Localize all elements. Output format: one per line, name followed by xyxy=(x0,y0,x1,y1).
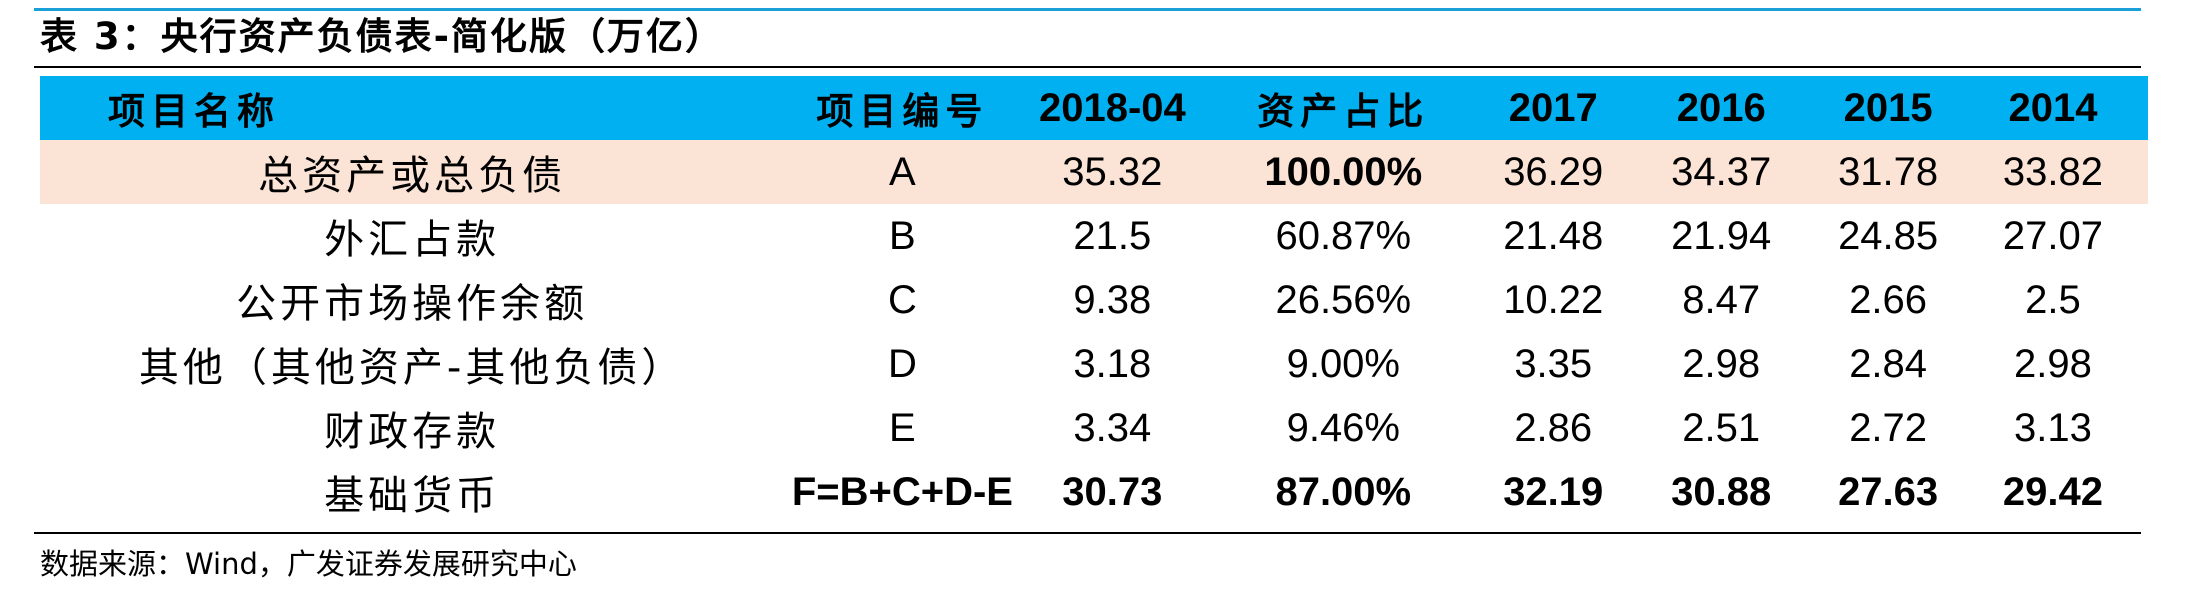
source-note: 数据来源：Wind，广发证券发展研究中心 xyxy=(40,547,577,581)
row-share: 87.00% xyxy=(1275,469,1412,514)
header-asset-share: 资产占比 xyxy=(1204,76,1483,140)
table-row: 其他（其他资产-其他负债） D 3.18 9.00% 3.35 2.98 2.8… xyxy=(40,332,2148,396)
row-value-2017: 32.19 xyxy=(1503,469,1604,514)
row-value-2014: 27.07 xyxy=(2002,213,2104,258)
row-value-2015: 2.84 xyxy=(1849,341,1928,386)
row-name: 外汇占款 xyxy=(324,217,501,263)
row-value-2015: 24.85 xyxy=(1838,213,1939,258)
row-value-2014: 2.98 xyxy=(2014,341,2092,386)
row-name: 其他（其他资产-其他负债） xyxy=(138,345,686,391)
table-row: 外汇占款 B 21.5 60.87% 21.48 21.94 24.85 27.… xyxy=(40,204,2148,268)
row-value-2018-04: 3.34 xyxy=(1073,405,1152,450)
header-2017: 2017 xyxy=(1482,76,1625,140)
row-value-2017: 2.86 xyxy=(1514,405,1593,450)
header-row: 项目名称 项目编号 2018-04 资产占比 2017 2016 2015 20… xyxy=(40,76,2148,140)
header-2014: 2014 xyxy=(1957,76,2148,140)
row-name: 公开市场操作余额 xyxy=(236,281,589,327)
table-row: 财政存款 E 3.34 9.46% 2.86 2.51 2.72 3.13 xyxy=(40,396,2148,460)
row-name: 财政存款 xyxy=(324,409,501,455)
row-value-2015: 31.78 xyxy=(1818,140,1958,204)
row-value-2016: 34.37 xyxy=(1624,140,1819,204)
row-name: 基础货币 xyxy=(324,473,501,519)
row-code: A xyxy=(784,140,1021,204)
row-share: 100.00% xyxy=(1204,140,1483,204)
header-2015: 2015 xyxy=(1818,76,1958,140)
caption-rule xyxy=(34,66,2141,68)
row-share: 9.46% xyxy=(1286,405,1400,450)
row-value-2016: 2.51 xyxy=(1682,405,1761,450)
row-code: C xyxy=(887,277,917,322)
table-caption: 表 3：央行资产负债表-简化版（万亿） xyxy=(40,15,724,58)
row-share: 9.00% xyxy=(1286,341,1400,386)
row-value-2017: 21.48 xyxy=(1503,213,1604,258)
header-2018-04: 2018-04 xyxy=(1020,76,1205,140)
row-value-2018-04: 3.18 xyxy=(1073,341,1152,386)
row-value-2014: 3.13 xyxy=(2014,405,2092,450)
header-item-name: 项目名称 xyxy=(40,76,785,140)
row-value-2018-04: 21.5 xyxy=(1073,213,1152,258)
row-value-2016: 21.94 xyxy=(1671,213,1772,258)
row-value-2017: 3.35 xyxy=(1514,341,1593,386)
row-share: 60.87% xyxy=(1275,213,1412,258)
row-share: 26.56% xyxy=(1275,277,1412,322)
balance-sheet-table: 项目名称 项目编号 2018-04 资产占比 2017 2016 2015 20… xyxy=(40,76,2148,524)
row-value-2014: 2.5 xyxy=(2025,277,2081,322)
row-code: F=B+C+D-E xyxy=(791,469,1013,514)
row-value-2017: 36.29 xyxy=(1482,140,1625,204)
row-value-2015: 27.63 xyxy=(1838,469,1939,514)
header-2016: 2016 xyxy=(1624,76,1819,140)
row-value-2018-04: 35.32 xyxy=(1020,140,1205,204)
table-row: 基础货币 F=B+C+D-E 30.73 87.00% 32.19 30.88 … xyxy=(40,460,2148,524)
row-value-2014: 29.42 xyxy=(2002,469,2104,514)
bottom-rule xyxy=(34,532,2141,534)
row-name: 总资产或总负债 xyxy=(40,140,785,204)
table-row: 公开市场操作余额 C 9.38 26.56% 10.22 8.47 2.66 2… xyxy=(40,268,2148,332)
row-value-2014: 33.82 xyxy=(1957,140,2148,204)
row-code: E xyxy=(889,405,916,450)
row-value-2018-04: 9.38 xyxy=(1073,277,1152,322)
row-value-2016: 8.47 xyxy=(1682,277,1761,322)
row-value-2016: 30.88 xyxy=(1671,469,1772,514)
header-item-code: 项目编号 xyxy=(784,76,1021,140)
row-code: D xyxy=(887,341,917,386)
row-code: B xyxy=(889,213,916,258)
row-value-2016: 2.98 xyxy=(1682,341,1761,386)
row-value-2015: 2.66 xyxy=(1849,277,1928,322)
table-row: 总资产或总负债 A 35.32 100.00% 36.29 34.37 31.7… xyxy=(40,140,2148,204)
top-rule xyxy=(34,8,2141,11)
row-value-2015: 2.72 xyxy=(1849,405,1928,450)
row-value-2018-04: 30.73 xyxy=(1062,469,1163,514)
row-value-2017: 10.22 xyxy=(1503,277,1604,322)
